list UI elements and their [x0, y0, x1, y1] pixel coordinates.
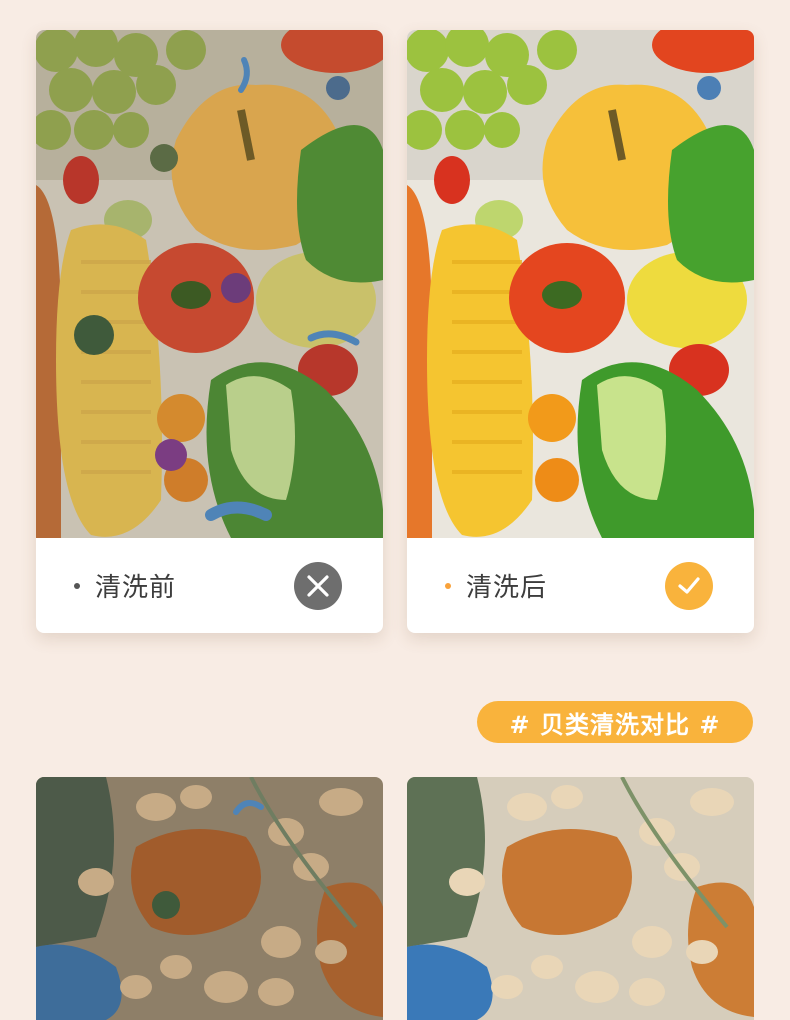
shellfish-before-photo	[36, 777, 383, 1020]
check-icon	[665, 562, 713, 610]
shellfish-comparison-tag: # 贝类清洗对比 #	[477, 701, 753, 743]
after-wash-footer: 清洗后	[407, 538, 754, 633]
bullet-dot	[445, 582, 451, 589]
before-wash-footer: 清洗前	[36, 538, 383, 633]
vegetables-before-photo	[36, 30, 383, 538]
after-wash-card: 清洗后	[407, 30, 754, 633]
before-wash-label: 清洗前	[95, 573, 177, 603]
vegetables-after-photo	[407, 30, 754, 538]
before-wash-card: 清洗前	[36, 30, 383, 633]
close-icon	[294, 562, 342, 610]
bullet-dot	[74, 582, 80, 589]
shellfish-after-photo	[407, 777, 754, 1020]
after-wash-label: 清洗后	[466, 573, 548, 603]
